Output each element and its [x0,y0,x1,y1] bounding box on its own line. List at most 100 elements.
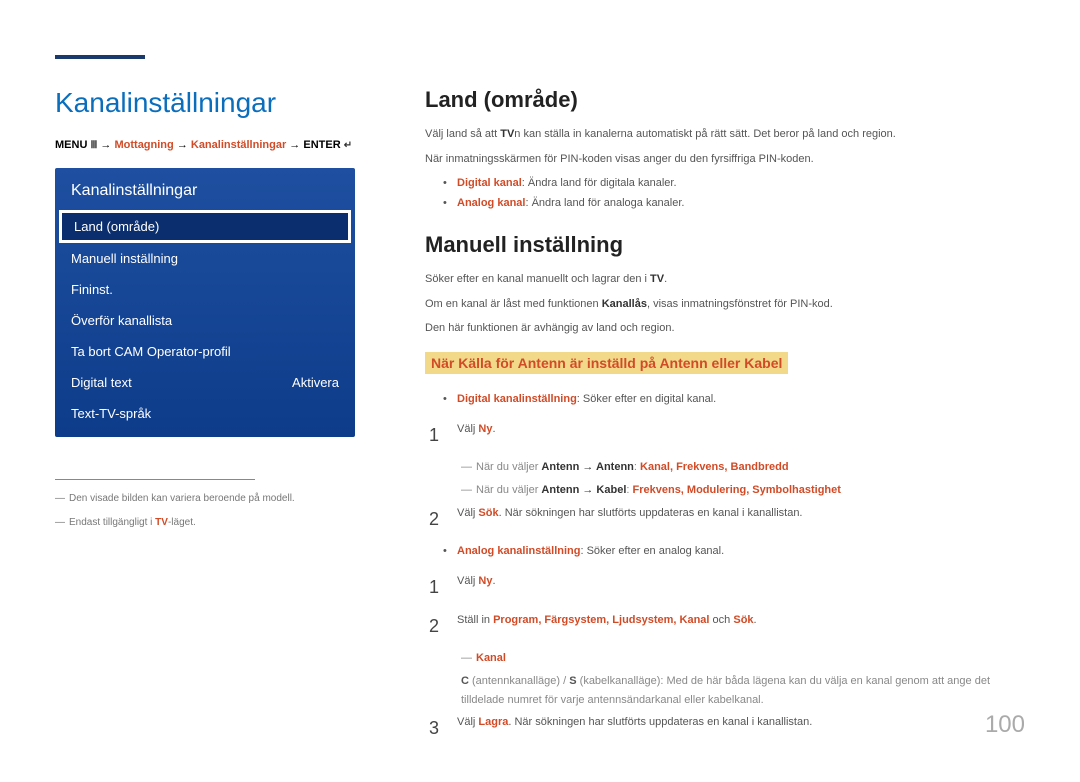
analog-step-3: 3 Välj Lagra. När sökningen har slutfört… [429,713,1025,744]
t-bold: Kanallås [602,298,647,310]
t: : Söker efter en analog kanal. [580,545,724,557]
menu-item-label: Text-TV-språk [71,406,151,421]
menu-item-manuell[interactable]: Manuell inställning [55,243,355,274]
t: Välj [457,716,478,728]
t: och [710,614,734,626]
step-num: 1 [429,572,443,603]
menu-item-fininst[interactable]: Fininst. [55,274,355,305]
land-p1: Välj land så att TVn kan ställa in kanal… [425,125,1025,144]
step-num: 3 [429,713,443,744]
menu-title: Kanalinställningar [55,178,355,210]
dash: ― [461,484,472,496]
menu-item-overfor[interactable]: Överför kanallista [55,305,355,336]
header-rule [55,55,145,59]
step-num: 1 [429,420,443,451]
t: Ställ in [457,614,493,626]
t: . När sökningen har slutförts uppdateras… [499,507,803,519]
bullet-analog-kanal: Analog kanal: Ändra land för analoga kan… [443,194,1025,214]
manuell-p1: Söker efter en kanal manuellt och lagrar… [425,270,1025,289]
step-num: 2 [429,504,443,535]
bullet-digital-kanal: Digital kanal: Ändra land för digitala k… [443,174,1025,194]
t: När du väljer [476,484,541,496]
breadcrumb-menu: MENU [55,139,87,151]
menu-item-label: Överför kanallista [71,313,172,328]
t: : Söker efter en digital kanal. [577,393,716,405]
t: (antennkanalläge) / [469,675,569,687]
t-red: Kanal, Frekvens, Bandbredd [640,461,789,473]
menu-item-digitaltext[interactable]: Digital text Aktivera [55,367,355,398]
menu-item-label: Ta bort CAM Operator-profil [71,344,231,359]
footnotes: ― Den visade bilden kan variera beroende … [55,465,375,530]
footnote-1: ― Den visade bilden kan variera beroende … [55,492,375,506]
t: : Ändra land för digitala kanaler. [522,177,677,189]
highlight-heading: När Källa för Antenn är inställd på Ante… [425,352,788,374]
enter-icon: ↵ [344,138,352,153]
t-red: Digital kanalinställning [457,393,577,405]
menu-grid-icon: Ⅲ [90,138,97,153]
menu-item-texttv[interactable]: Text-TV-språk [55,398,355,429]
t-red: Ny [478,423,492,435]
bullet-analog-kanalinst: Analog kanalinställning: Söker efter en … [443,542,1025,562]
t: Om en kanal är låst med funktionen [425,298,602,310]
land-bullets: Digital kanal: Ändra land för digitala k… [443,174,1025,214]
bc-arrow2: → [177,139,188,151]
t-bold: TV [500,128,514,140]
t-bold: S [569,675,576,687]
t: Välj [457,575,478,587]
t-red: Digital kanal [457,177,522,189]
manuell-p2: Om en kanal är låst med funktionen Kanal… [425,295,1025,314]
bullet-digital-kanalinst: Digital kanalinställning: Söker efter en… [443,390,1025,410]
t-red: Frekvens, Modulering, Symbolhastighet [633,484,841,496]
t: n kan ställa in kanalerna automatiskt på… [514,128,896,140]
menu-screenshot: Kanalinställningar Land (område) Manuell… [55,168,355,437]
t: . [754,614,757,626]
t: . [664,273,667,285]
menu-item-cam[interactable]: Ta bort CAM Operator-profil [55,336,355,367]
analog-sub-kanal: ― Kanal [429,649,1025,668]
footnote-text-before: Endast tillgängligt i [69,517,155,528]
t: Välj [457,507,478,519]
page-number: 100 [985,711,1025,739]
bc-arrow1: → [100,139,111,151]
breadcrumb: MENU Ⅲ → Mottagning → Kanalinställningar… [55,137,375,154]
t-bold: Antenn → Kabel [541,484,626,496]
digital-step-1: 1 Välj Ny. [429,420,1025,451]
t: Välj land så att [425,128,500,140]
digital-sub-2: ―När du väljer Antenn → Kabel: Frekvens,… [429,481,1025,500]
t-red: Ny [478,575,492,587]
footnote-text-after: -läget. [168,517,196,528]
footnote-text: Den visade bilden kan variera beroende p… [69,493,295,504]
menu-item-land[interactable]: Land (område) [59,210,351,243]
t-bold: TV [650,273,664,285]
land-p2: När inmatningsskärmen för PIN-koden visa… [425,150,1025,169]
t: , visas inmatningsfönstret för PIN-kod. [647,298,833,310]
analog-step-2: 2 Ställ in Program, Färgsystem, Ljudsyst… [429,611,1025,642]
t: . [492,423,495,435]
t-red: Kanal [476,652,506,664]
digital-bullet: Digital kanalinställning: Söker efter en… [443,390,1025,410]
t-red: Analog kanal [457,197,525,209]
t: : Ändra land för analoga kanaler. [525,197,684,209]
t-red: Lagra [478,716,508,728]
dash: ― [461,652,472,664]
bc-arrow3: → [289,139,300,151]
t: Söker efter en kanal manuellt och lagrar… [425,273,650,285]
digital-sub-1: ―När du väljer Antenn → Antenn: Kanal, F… [429,458,1025,477]
analog-bullet: Analog kanalinställning: Söker efter en … [443,542,1025,562]
dash: ― [461,461,472,473]
breadcrumb-part1: Mottagning [114,139,173,151]
t-red: Sök [733,614,753,626]
footnote-dash: ― [55,493,65,504]
menu-item-label: Fininst. [71,282,113,297]
menu-item-label: Land (område) [74,219,159,234]
t-bold: Antenn → Antenn [541,461,633,473]
step-num: 2 [429,611,443,642]
t: . [492,575,495,587]
menu-item-label: Digital text [71,375,132,390]
breadcrumb-enter: ENTER [303,139,340,151]
digital-step-2: 2 Välj Sök. När sökningen har slutförts … [429,504,1025,535]
footnote-dash: ― [55,517,65,528]
menu-item-label: Manuell inställning [71,251,178,266]
footnote-red: TV [155,517,168,528]
breadcrumb-part2: Kanalinställningar [191,139,286,151]
